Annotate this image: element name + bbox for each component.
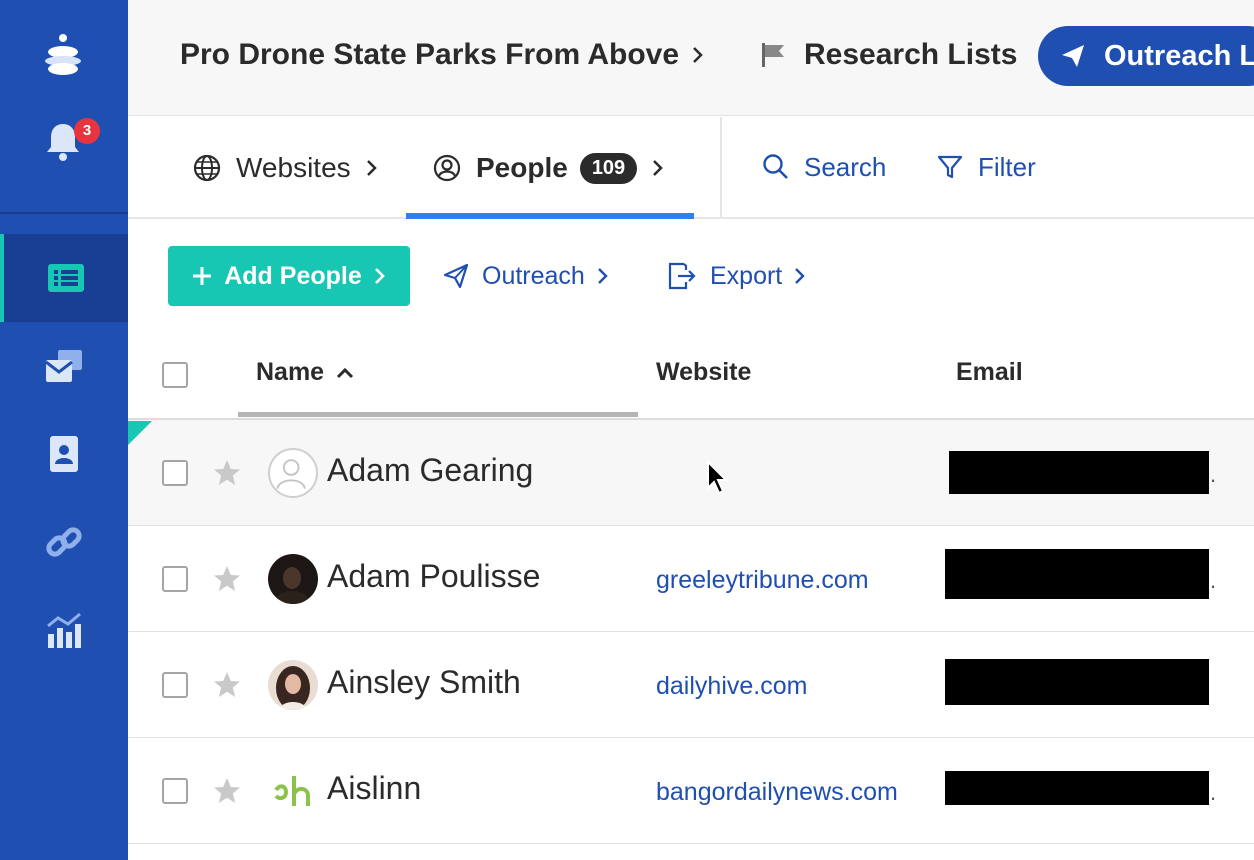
sidebar-divider [0,212,128,214]
analytics-icon [47,612,81,648]
star-icon[interactable] [212,776,242,806]
mail-stack-icon [45,350,82,382]
column-name-label: Name [256,358,325,386]
outreach-launch-button[interactable]: Outreach L [1038,26,1254,86]
email-trailing-dot: . [1210,568,1217,593]
chevron-right-icon [653,160,663,176]
table-row[interactable]: Adam Gearing . [128,420,1254,526]
table-row[interactable]: Ainsley Smith dailyhive.com [128,632,1254,738]
sort-ascending-icon [337,367,354,378]
sorted-column-underline [238,412,638,417]
profile-photo-avatar [268,554,318,604]
row-checkbox[interactable] [162,566,188,592]
add-people-label: Add People [224,261,362,290]
research-lists-label: Research Lists [804,38,1018,71]
column-website-label: Website [656,358,752,386]
sidebar: 3 [0,0,128,860]
email-redacted [945,659,1209,705]
outreach-action[interactable]: Outreach [442,246,609,306]
star-icon[interactable] [212,564,242,594]
email-trailing-dot: . [1210,462,1217,487]
person-name[interactable]: Adam Poulisse [327,558,540,595]
notification-badge: 3 [74,118,100,144]
column-header-name[interactable]: Name [256,358,354,387]
filter-label: Filter [978,151,1036,182]
row-checkbox[interactable] [162,460,188,486]
flag-icon [762,43,784,67]
email-redacted [949,451,1209,494]
table-header: Name Website Email [128,330,1254,420]
chevron-right-icon [693,47,703,63]
tab-people-label: People [476,152,568,183]
active-tab-underline [406,213,694,219]
star-icon[interactable] [212,458,242,488]
table-row[interactable]: Adam Poulisse greeleytribune.com . [128,526,1254,632]
user-circle-icon [433,154,461,182]
export-action[interactable]: Export [666,246,806,306]
mouse-cursor-icon [707,460,728,495]
tab-websites[interactable]: Websites [192,117,379,219]
sidebar-item-contacts[interactable] [0,410,128,498]
paper-plane-outline-icon [443,263,469,289]
email-redacted [945,771,1209,805]
search-button[interactable]: Search [762,117,886,217]
project-title: Pro Drone State Parks From Above [180,38,680,71]
outreach-action-label: Outreach [482,261,585,290]
search-icon [763,154,788,179]
add-people-button[interactable]: Add People [168,246,410,306]
filter-button[interactable]: Filter [936,117,1036,217]
people-count-badge: 109 [579,152,638,184]
plus-icon [193,267,212,285]
email-trailing-dot: . [1210,780,1217,805]
chevron-right-icon [366,160,377,176]
breadcrumb-project[interactable]: Pro Drone State Parks From Above [180,38,705,72]
chevron-right-icon [374,268,385,284]
profile-photo-avatar [268,660,318,710]
search-label: Search [804,151,887,182]
column-header-email[interactable]: Email [956,358,1023,387]
column-header-website[interactable]: Website [656,358,751,387]
column-email-label: Email [956,358,1023,386]
link-icon [46,527,82,557]
paper-plane-icon [1062,45,1084,67]
row-checkbox[interactable] [162,672,188,698]
star-icon[interactable] [212,670,242,700]
tabs-bar: Websites People 109 Search Filter [128,117,1254,219]
sidebar-item-research-lists[interactable] [0,234,128,322]
email-redacted [945,549,1209,599]
app-logo-icon[interactable] [42,32,84,78]
tab-websites-label: Websites [236,152,351,183]
export-action-label: Export [710,261,783,290]
outreach-launch-label: Outreach L [1104,39,1254,72]
row-indicator-corner [128,421,152,445]
table-row[interactable]: Aislinn bangordailynews.com . [128,738,1254,844]
export-icon [668,262,696,290]
logo-avatar [268,766,318,816]
tabs-divider [720,117,722,217]
default-avatar-icon [268,448,318,498]
person-website[interactable]: dailyhive.com [656,672,807,701]
person-name[interactable]: Ainsley Smith [327,664,521,701]
person-name[interactable]: Adam Gearing [327,452,533,489]
chevron-right-icon [597,268,608,284]
header: Pro Drone State Parks From Above Researc… [128,0,1254,116]
sidebar-item-analytics[interactable] [0,586,128,674]
row-checkbox[interactable] [162,778,188,804]
sidebar-item-links[interactable] [0,498,128,586]
list-icon [48,264,84,292]
globe-icon [193,154,221,182]
person-website[interactable]: bangordailynews.com [656,778,898,807]
filter-icon [937,155,963,179]
person-name[interactable]: Aislinn [327,770,421,807]
chevron-right-icon [795,268,805,284]
select-all-checkbox[interactable] [162,362,188,388]
person-website[interactable]: greeleytribune.com [656,566,869,595]
breadcrumb-research-lists[interactable]: Research Lists [758,38,1017,72]
sidebar-item-outreach[interactable] [0,322,128,410]
contact-card-icon [50,436,78,472]
tab-people[interactable]: People 109 [432,117,665,219]
